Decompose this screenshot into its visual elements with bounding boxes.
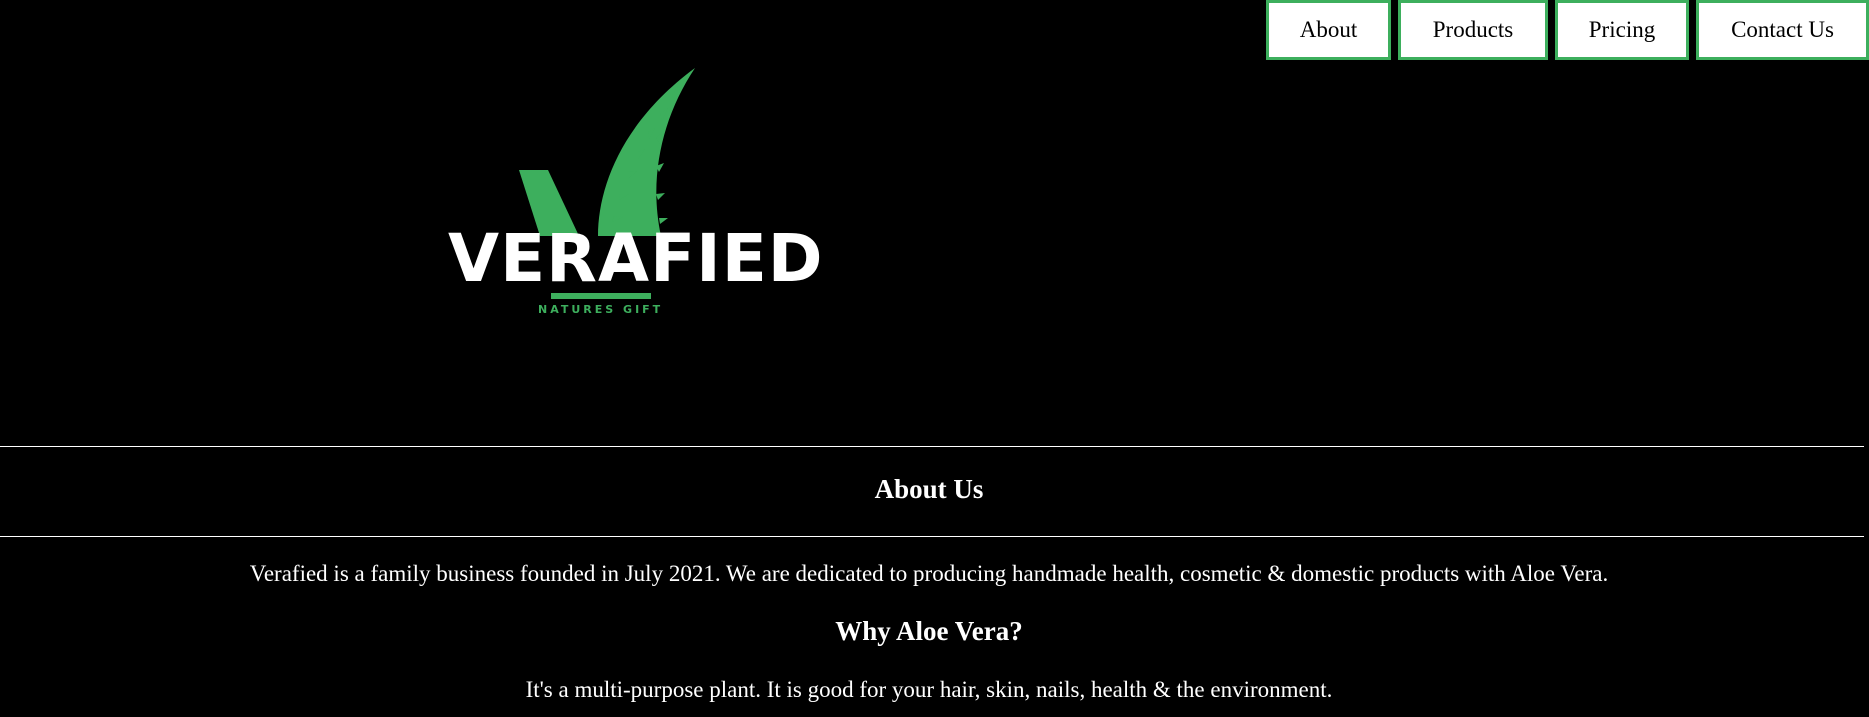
divider-top (0, 446, 1864, 447)
nav-products-button[interactable]: Products (1398, 0, 1548, 60)
nav-about-button[interactable]: About (1266, 0, 1391, 60)
logo-wordmark: VERAFIED (448, 220, 824, 297)
verafied-logo: VERAFIED NATURES GIFT (448, 66, 824, 326)
logo-underline (551, 293, 651, 299)
about-intro-text: Verafied is a family business founded in… (249, 561, 1609, 586)
why-text: It's a multi-purpose plant. It is good f… (525, 677, 1333, 702)
nav-contact-button[interactable]: Contact Us (1696, 0, 1869, 60)
aloe-leaf-icon (519, 68, 695, 236)
top-nav: About Products Pricing Contact Us (1266, 0, 1869, 60)
logo-tagline: NATURES GIFT (538, 303, 664, 316)
nav-pricing-button[interactable]: Pricing (1555, 0, 1689, 60)
divider-bottom (0, 536, 1864, 537)
page: About Products Pricing Contact Us VERAFI… (0, 0, 1869, 717)
about-heading: About Us (874, 474, 984, 504)
why-heading: Why Aloe Vera? (835, 616, 1023, 646)
